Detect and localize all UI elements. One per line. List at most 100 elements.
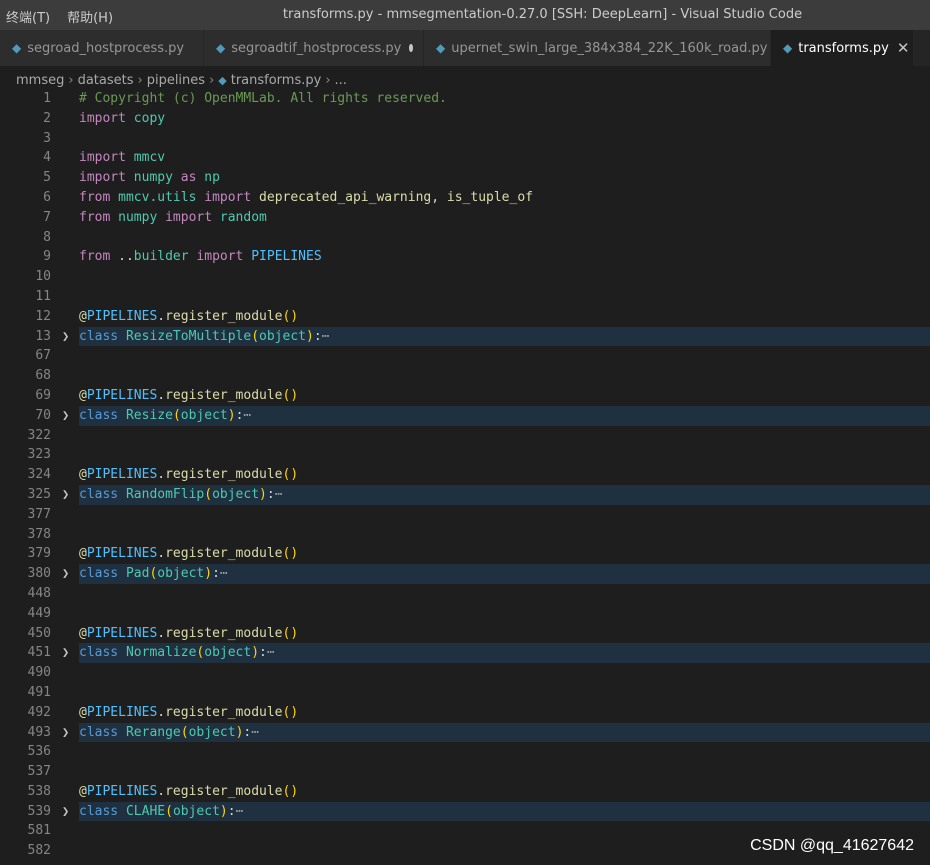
code-line[interactable]: 10 [0,267,930,287]
breadcrumb-item-file[interactable]: transforms.py [231,73,322,88]
fold-chevron-icon[interactable]: ❯ [62,802,69,822]
code-line[interactable]: 491 [0,683,930,703]
breadcrumb-item-pipelines[interactable]: pipelines [147,73,205,88]
code-token: object [212,486,260,502]
code-token: PIPELINES [86,783,158,799]
code-line[interactable]: 378 [0,525,930,545]
code-token: . [157,783,166,799]
folded-code-line[interactable]: 325 ❯ class RandomFlip(object):⋯ [0,484,930,505]
code-line[interactable]: 323 [0,445,930,465]
code-line[interactable]: 69 @PIPELINES.register_module() [0,386,930,406]
code-text: import numpy as np [79,168,930,188]
folded-code-line[interactable]: 13 ❯ class ResizeToMultiple(object):⋯ [0,326,930,347]
tab-segroad-hostprocess[interactable]: ◆ segroad_hostprocess.py [0,30,204,66]
code-line[interactable]: 6 from mmcv.utils import deprecated_api_w… [0,188,930,208]
breadcrumb-item-datasets[interactable]: datasets [78,73,134,88]
code-token: import [79,170,126,186]
code-line[interactable]: 7 from numpy import random [0,208,930,228]
code-line[interactable]: 492 @PIPELINES.register_module() [0,703,930,723]
code-token: register_module [165,546,283,562]
breadcrumb-item-symbols[interactable]: ... [335,73,347,88]
unsaved-dot-icon[interactable] [409,44,413,52]
code-token: register_module [165,308,283,324]
code-text: class Normalize(object):⋯ [79,643,930,664]
code-line[interactable]: 8 [0,228,930,248]
tab-transforms[interactable]: ◆ transforms.py ✕ [771,30,914,66]
line-number: 70 [35,407,51,423]
code-token: import [79,150,126,166]
tab-segroadtif-hostprocess[interactable]: ◆ segroadtif_hostprocess.py [204,30,424,66]
code-token: import [79,110,126,126]
code-line[interactable]: 3 [0,129,930,149]
code-text: @PIPELINES.register_module() [79,782,930,802]
folded-code-line[interactable]: 493 ❯ class Rerange(object):⋯ [0,722,930,743]
fold-chevron-icon[interactable]: ❯ [62,723,69,743]
line-number: 449 [27,605,51,621]
code-token: @ [79,467,87,483]
code-line[interactable]: 67 [0,346,930,366]
code-line[interactable]: 4 import mmcv [0,148,930,168]
code-token: from [79,249,111,265]
line-number: 493 [27,724,51,740]
folded-code-line[interactable]: 70 ❯ class Resize(object):⋯ [0,405,930,426]
code-line[interactable]: 537 [0,762,930,782]
code-text: from ..builder import PIPELINES [79,247,930,267]
code-text: @PIPELINES.register_module() [79,386,930,406]
code-token: ⋯ [274,486,283,502]
tab-upernet-config[interactable]: ◆ upernet_swin_large_384x384_22K_160k_ro… [424,30,771,66]
folded-code-line[interactable]: 539 ❯ class CLAHE(object):⋯ [0,801,930,822]
line-number: 2 [43,110,51,126]
fold-chevron-icon[interactable]: ❯ [62,564,69,584]
fold-chevron-icon[interactable]: ❯ [62,643,69,663]
code-line[interactable]: 490 [0,663,930,683]
line-number: 491 [27,684,51,700]
code-line[interactable]: 450 @PIPELINES.register_module() [0,624,930,644]
code-token: ⋯ [321,328,330,344]
code-line[interactable]: 377 [0,505,930,525]
code-line[interactable]: 322 [0,426,930,446]
code-token: # Copyright (c) OpenMMLab. All rights re… [79,91,447,106]
code-line[interactable]: 9 from ..builder import PIPELINES [0,247,930,267]
close-icon[interactable]: ✕ [897,39,910,57]
folded-code-line[interactable]: 380 ❯ class Pad(object):⋯ [0,564,930,584]
code-editor[interactable]: 1 # Copyright (c) OpenMMLab. All rights r… [0,89,930,861]
code-token: class [79,566,119,582]
folded-code-line[interactable]: 451 ❯ class Normalize(object):⋯ [0,643,930,664]
code-token: ⋯ [266,645,275,661]
code-line[interactable]: 449 [0,604,930,624]
editor-tab-bar: ◆ segroad_hostprocess.py ◆ segroadtif_ho… [0,30,930,66]
fold-chevron-icon[interactable]: ❯ [62,485,69,505]
line-number: 11 [35,288,51,304]
code-token: class [79,724,119,740]
code-line[interactable]: 1 # Copyright (c) OpenMMLab. All rights r… [0,89,930,109]
code-line[interactable]: 12 @PIPELINES.register_module() [0,307,930,327]
code-token: PIPELINES [251,249,322,265]
tab-label: upernet_swin_large_384x384_22K_160k_road… [451,40,768,56]
code-line[interactable]: 324 @PIPELINES.register_module() [0,465,930,485]
line-number: 5 [43,170,51,186]
fold-chevron-icon[interactable]: ❯ [62,406,69,426]
code-line[interactable]: 68 [0,366,930,386]
breadcrumb: mmseg › datasets › pipelines › ◆ transfo… [16,70,347,90]
breadcrumb-item-mmseg[interactable]: mmseg [16,73,64,88]
line-number: 451 [27,645,51,661]
code-line[interactable]: 2 import copy [0,109,930,129]
code-text: import mmcv [79,148,930,168]
code-token: CLAHE [125,803,166,819]
code-token: PIPELINES [86,308,158,324]
fold-chevron-icon[interactable]: ❯ [62,327,69,347]
line-number: 323 [27,447,51,463]
code-line[interactable]: 448 [0,584,930,604]
code-line[interactable]: 538 @PIPELINES.register_module() [0,782,930,802]
line-number: 9 [43,249,51,265]
code-line[interactable]: 536 [0,742,930,762]
code-line[interactable]: 379 @PIPELINES.register_module() [0,544,930,564]
chevron-right-icon: › [68,72,74,88]
code-token: ⋯ [235,803,244,819]
code-token: . [157,308,166,324]
code-line[interactable]: 5 import numpy as np [0,168,930,188]
line-number: 68 [35,368,51,384]
code-line[interactable]: 11 [0,287,930,307]
